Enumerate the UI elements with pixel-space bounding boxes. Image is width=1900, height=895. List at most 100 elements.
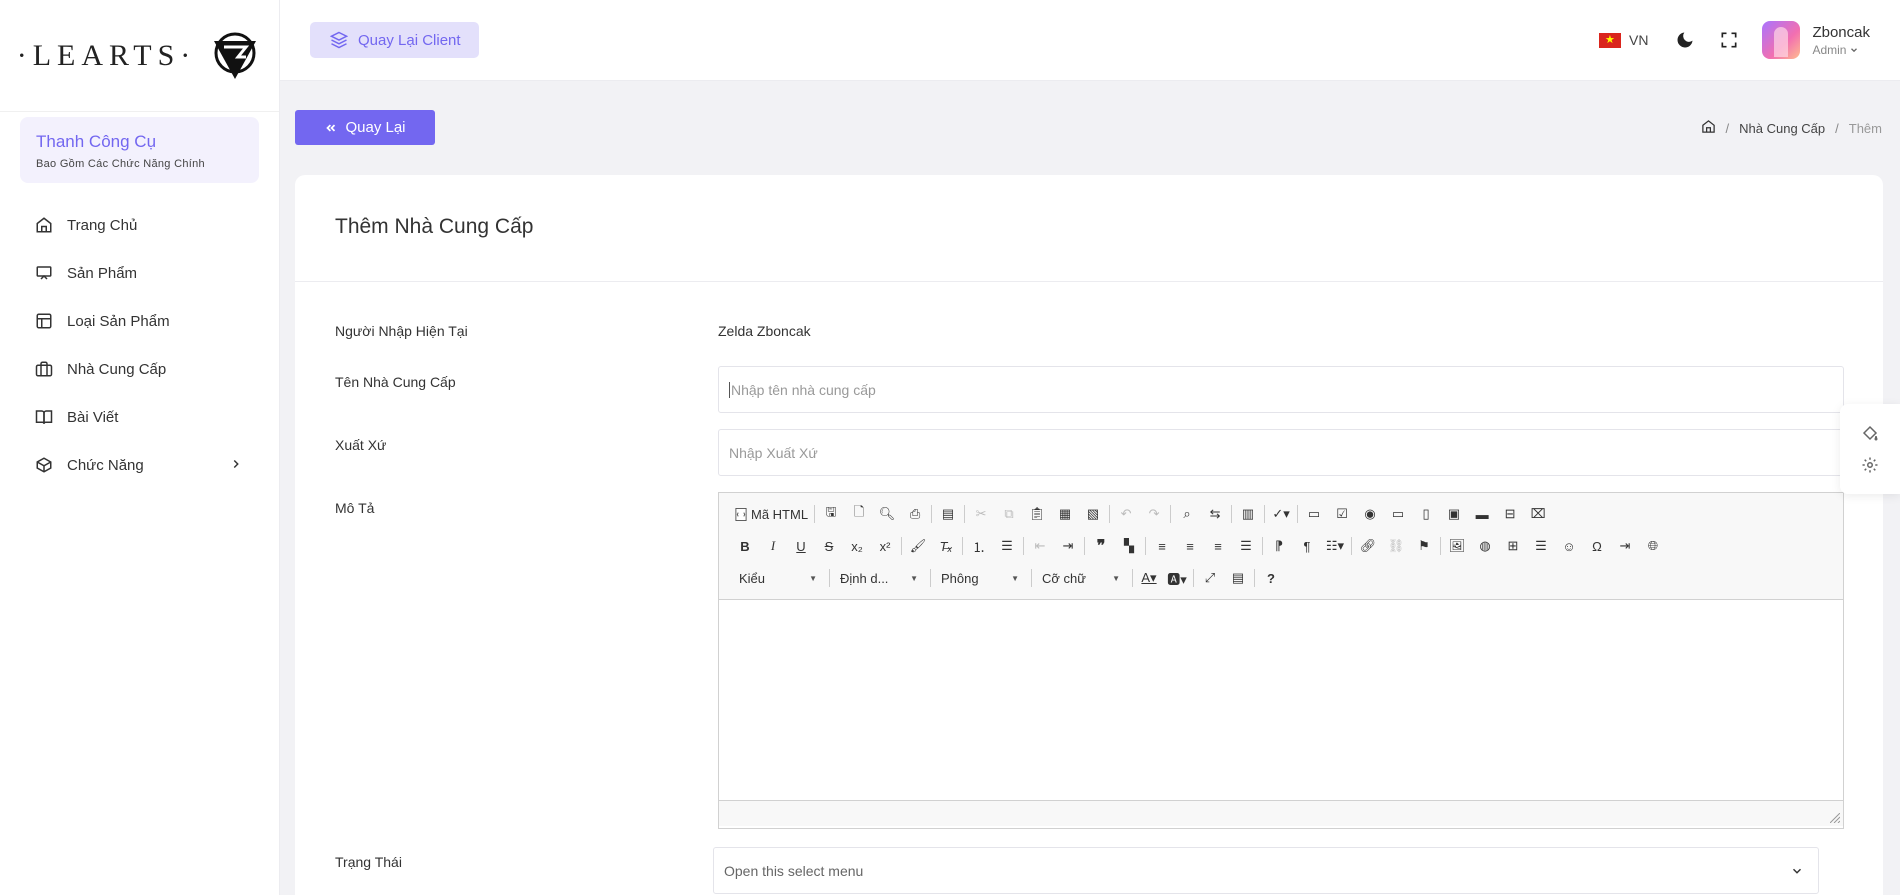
chevron-down-icon (1792, 868, 1802, 874)
redo-icon[interactable]: ↷ (1140, 502, 1168, 526)
supplier-name-input[interactable]: Nhập tên nhà cung cấp (718, 366, 1844, 413)
textarea-icon[interactable]: ▯ (1412, 502, 1440, 526)
help-icon[interactable]: ? (1257, 566, 1285, 590)
font-combo[interactable]: Phông ▼ (933, 566, 1025, 590)
font-size-combo[interactable]: Cỡ chữ ▼ (1034, 566, 1126, 590)
blockquote-icon[interactable]: ❞ (1087, 534, 1115, 558)
maximize-icon[interactable]: ⤢ (1196, 566, 1224, 590)
copy-icon[interactable]: ⧉ (995, 502, 1023, 526)
save-icon[interactable]: 🖫 (817, 502, 845, 526)
sidebar-item-nha-cung-cap[interactable]: Nhà Cung Cấp (0, 345, 279, 393)
rtl-icon[interactable]: ¶ (1293, 534, 1321, 558)
toolbar-separator (829, 569, 830, 587)
paint-bucket-icon[interactable] (1860, 423, 1880, 443)
toolbar-separator (1193, 569, 1194, 587)
sidebar-item-san-pham[interactable]: Sản Phẩm (0, 249, 279, 297)
font-combo-label: Phông (941, 570, 979, 586)
cut-icon[interactable]: ✂ (967, 502, 995, 526)
align-center-icon[interactable]: ≡ (1176, 534, 1204, 558)
styles-combo[interactable]: Kiểu ▼ (731, 566, 823, 590)
link-icon[interactable]: 🔗︎ (1354, 534, 1382, 558)
table-icon[interactable]: ⊞ (1499, 534, 1527, 558)
paste-word-icon[interactable]: ▧ (1079, 502, 1107, 526)
iframe-globe-icon[interactable]: 🌐︎ (1639, 534, 1667, 558)
button-field-icon[interactable]: ▬ (1468, 502, 1496, 526)
language-label[interactable]: VN (1629, 32, 1648, 48)
layers-icon (330, 31, 348, 49)
template-icon[interactable]: ▤ (934, 502, 962, 526)
breadcrumb-link-supplier[interactable]: Nhà Cung Cấp (1739, 121, 1825, 136)
back-button[interactable]: Quay Lại (295, 110, 435, 145)
find-icon[interactable]: ⌕ (1173, 502, 1201, 526)
chevrons-left-icon (326, 123, 336, 132)
horizontal-line-icon[interactable]: ☰ (1527, 534, 1555, 558)
special-char-icon[interactable]: Ω (1583, 534, 1611, 558)
undo-icon[interactable]: ↶ (1112, 502, 1140, 526)
brand-logo[interactable]: ·LEARTS· (0, 0, 279, 112)
italic-icon[interactable]: I (759, 534, 787, 558)
textfield-icon[interactable]: ▭ (1384, 502, 1412, 526)
new-page-icon[interactable]: 🗋 (845, 502, 873, 526)
underline-icon[interactable]: U (787, 534, 815, 558)
show-blocks-icon[interactable]: ▤ (1224, 566, 1252, 590)
fullscreen-icon[interactable] (1718, 29, 1740, 51)
remove-format-icon[interactable]: T̶ₓ (932, 534, 960, 558)
gear-icon[interactable] (1860, 455, 1880, 475)
align-right-icon[interactable]: ≡ (1204, 534, 1232, 558)
paste-text-icon[interactable]: ▦ (1051, 502, 1079, 526)
superscript-icon[interactable]: x² (871, 534, 899, 558)
avatar[interactable] (1762, 21, 1801, 59)
form-icon[interactable]: ▭ (1300, 502, 1328, 526)
select-field-icon[interactable]: ▣ (1440, 502, 1468, 526)
anchor-flag-icon[interactable]: ⚑ (1410, 534, 1438, 558)
align-left-icon[interactable]: ≡ (1148, 534, 1176, 558)
print-icon[interactable]: ⎙ (901, 502, 929, 526)
outdent-icon[interactable]: ⇤ (1026, 534, 1054, 558)
user-menu[interactable]: Zboncak Admin (1812, 24, 1870, 57)
smiley-icon[interactable]: ☺ (1555, 534, 1583, 558)
page-break-icon[interactable]: ⇥ (1611, 534, 1639, 558)
language-dropdown-icon[interactable]: ☷▾ (1321, 534, 1349, 558)
status-select[interactable]: Open this select menu (713, 847, 1819, 894)
sidebar-item-bai-viet[interactable]: Bài Viết (0, 393, 279, 441)
flash-icon[interactable]: ◍ (1471, 534, 1499, 558)
paste-icon[interactable]: 📋︎ (1023, 502, 1051, 526)
sidebar-item-chuc-nang[interactable]: Chức Năng (0, 441, 279, 489)
unlink-icon[interactable]: ⛓ (1382, 534, 1410, 558)
align-justify-icon[interactable]: ☰ (1232, 534, 1260, 558)
preview-icon[interactable]: 🔍︎ (873, 502, 901, 526)
moon-icon[interactable] (1674, 29, 1696, 51)
numbered-list-icon[interactable]: ⒈ (965, 534, 993, 558)
checkbox-icon[interactable]: ☑ (1328, 502, 1356, 526)
hidden-field-icon[interactable]: ⌧ (1524, 502, 1552, 526)
home-icon[interactable] (1701, 119, 1716, 137)
sidebar-item-loai-san-pham[interactable]: Loại Sản Phẩm (0, 297, 279, 345)
strikethrough-icon[interactable]: S (815, 534, 843, 558)
div-container-icon[interactable]: ▚ (1115, 534, 1143, 558)
origin-input[interactable]: Nhập Xuất Xứ (718, 429, 1844, 476)
text-color-icon[interactable]: A▾ (1135, 566, 1163, 590)
sidebar-item-label: Trang Chủ (67, 216, 138, 234)
bold-icon[interactable]: B (731, 534, 759, 558)
radio-icon[interactable]: ◉ (1356, 502, 1384, 526)
select-all-icon[interactable]: ▥ (1234, 502, 1262, 526)
background-color-icon[interactable]: 🅰︎▾ (1163, 566, 1191, 590)
spellcheck-icon[interactable]: ✓▾ (1267, 502, 1295, 526)
subscript-icon[interactable]: x₂ (843, 534, 871, 558)
bulleted-list-icon[interactable]: ☰ (993, 534, 1021, 558)
vietnam-flag-icon[interactable]: ★ (1599, 32, 1621, 48)
resize-grip-icon[interactable] (1830, 813, 1840, 823)
chevron-down-icon (1851, 47, 1858, 52)
ltr-icon[interactable]: ⁋ (1265, 534, 1293, 558)
indent-icon[interactable]: ⇥ (1054, 534, 1082, 558)
back-to-client-button[interactable]: Quay Lại Client (310, 22, 479, 58)
toolbar-box-subtitle: Bao Gồm Các Chức Năng Chính (36, 158, 205, 170)
copy-format-icon[interactable]: 🖌︎ (904, 534, 932, 558)
format-combo[interactable]: Định d... ▼ (832, 566, 924, 590)
replace-icon[interactable]: ⇆ (1201, 502, 1229, 526)
editor-content-area[interactable] (719, 600, 1843, 800)
image-icon[interactable]: 🖼︎ (1443, 534, 1471, 558)
image-button-icon[interactable]: ⊟ (1496, 502, 1524, 526)
sidebar-item-trang-chu[interactable]: Trang Chủ (0, 201, 279, 249)
source-html-button[interactable]: Mã HTML (731, 502, 812, 526)
